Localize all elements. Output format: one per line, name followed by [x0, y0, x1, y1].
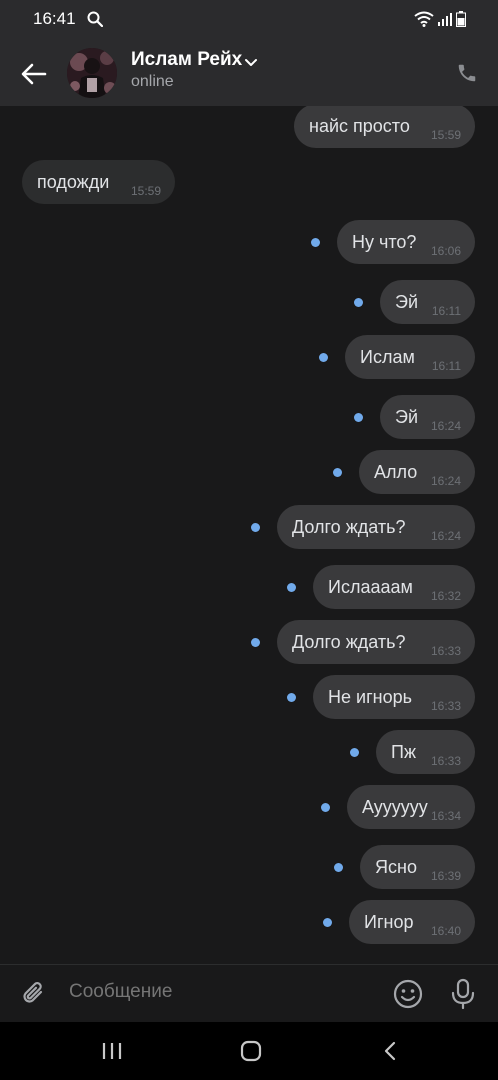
unread-indicator: [334, 863, 343, 872]
message-text: Алло: [374, 461, 418, 482]
message-time: 16:11: [431, 359, 461, 373]
outgoing-message[interactable]: Ну что? 16:06: [337, 220, 475, 264]
status-icons: [414, 11, 466, 32]
message-text: Пж: [391, 741, 416, 762]
phone-icon: [458, 64, 476, 82]
status-bar: 16:41: [0, 0, 498, 40]
outgoing-message[interactable]: найс просто 15:59: [294, 106, 475, 148]
unread-indicator: [311, 238, 320, 247]
message-time: 16:34: [430, 809, 461, 823]
unread-indicator: [251, 638, 260, 647]
home-button[interactable]: [240, 1040, 262, 1067]
message-text: Ислам: [360, 346, 415, 367]
search-icon: [87, 11, 104, 32]
battery-icon: [456, 11, 466, 32]
outgoing-message[interactable]: Ясно 16:39: [360, 845, 475, 889]
incoming-message[interactable]: подожди 15:59: [22, 160, 175, 204]
emoji-button[interactable]: [392, 978, 424, 1015]
message-input[interactable]: [69, 981, 369, 1003]
unread-indicator: [354, 413, 363, 422]
message-text: Эй: [395, 291, 418, 312]
paperclip-icon: [23, 982, 43, 1003]
outgoing-message[interactable]: Пж 16:33: [376, 730, 475, 774]
outgoing-message[interactable]: Долго ждать? 16:24: [277, 505, 475, 549]
outgoing-message[interactable]: Ислам 16:11: [345, 335, 475, 379]
message-text: Не игнорь: [328, 686, 412, 707]
avatar[interactable]: [67, 48, 117, 98]
attach-button[interactable]: [19, 979, 49, 1014]
home-icon: [240, 1040, 262, 1062]
message-time: 16:33: [430, 699, 461, 713]
outgoing-message[interactable]: Ислаааам 16:32: [313, 565, 475, 609]
unread-indicator: [287, 583, 296, 592]
unread-indicator: [354, 298, 363, 307]
unread-indicator: [251, 523, 260, 532]
message-text: Ислаааам: [328, 576, 413, 597]
message-text: подожди: [37, 171, 110, 192]
message-text: Ну что?: [352, 231, 417, 252]
message-text: найс просто: [309, 115, 410, 136]
outgoing-message[interactable]: Ауууууу 16:34: [347, 785, 475, 829]
message-text: Эй: [395, 406, 418, 427]
chat-header: Ислам Рейх online: [0, 40, 498, 106]
chat-name[interactable]: Ислам Рейх: [131, 49, 242, 71]
message-text: Долго ждать?: [292, 516, 406, 537]
message-time: 15:59: [130, 184, 161, 198]
outgoing-message[interactable]: Эй 16:11: [380, 280, 475, 324]
outgoing-message[interactable]: Игнор 16:40: [349, 900, 475, 944]
avatar-image: [67, 48, 117, 98]
microphone-icon: [451, 978, 475, 1010]
composer: [0, 964, 498, 1022]
outgoing-message[interactable]: Эй 16:24: [380, 395, 475, 439]
message-text: Долго ждать?: [292, 631, 406, 652]
unread-indicator: [350, 748, 359, 757]
message-time: 16:24: [430, 474, 461, 488]
message-time: 16:06: [430, 244, 461, 258]
chevron-down-icon[interactable]: [244, 55, 258, 73]
unread-indicator: [323, 918, 332, 927]
message-list[interactable]: найс просто 15:59 подожди 15:59 Ну что? 16:06…: [0, 106, 498, 964]
message-time: 16:24: [430, 419, 461, 433]
recent-apps-icon: [102, 1043, 122, 1059]
status-time: 16:41: [33, 9, 76, 28]
message-text: Игнор: [364, 911, 414, 932]
call-button[interactable]: [452, 58, 482, 88]
back-button[interactable]: [18, 58, 50, 90]
message-time: 16:33: [430, 754, 461, 768]
message-time: 16:11: [431, 304, 461, 318]
chevron-left-icon: [384, 1041, 396, 1061]
unread-indicator: [287, 693, 296, 702]
chat-status: online: [131, 73, 174, 90]
outgoing-message[interactable]: Не игнорь 16:33: [313, 675, 475, 719]
message-time: 16:39: [430, 869, 461, 883]
system-nav-bar: [0, 1022, 498, 1080]
outgoing-message[interactable]: Долго ждать? 16:33: [277, 620, 475, 664]
recent-apps-button[interactable]: [100, 1040, 124, 1067]
message-time: 15:59: [430, 128, 461, 142]
message-time: 16:33: [430, 644, 461, 658]
message-time: 16:24: [430, 529, 461, 543]
wifi-icon: [414, 11, 434, 32]
message-text: Ясно: [375, 856, 417, 877]
outgoing-message[interactable]: Алло 16:24: [359, 450, 475, 494]
unread-indicator: [333, 468, 342, 477]
message-time: 16:40: [430, 924, 461, 938]
microphone-button[interactable]: [448, 978, 478, 1015]
signal-icon: [438, 12, 452, 31]
smile-icon: [393, 979, 423, 1009]
arrow-left-icon: [21, 63, 47, 85]
nav-back-button[interactable]: [380, 1040, 402, 1067]
message-time: 16:32: [430, 589, 461, 603]
unread-indicator: [319, 353, 328, 362]
unread-indicator: [321, 803, 330, 812]
message-text: Ауууууу: [362, 796, 428, 817]
